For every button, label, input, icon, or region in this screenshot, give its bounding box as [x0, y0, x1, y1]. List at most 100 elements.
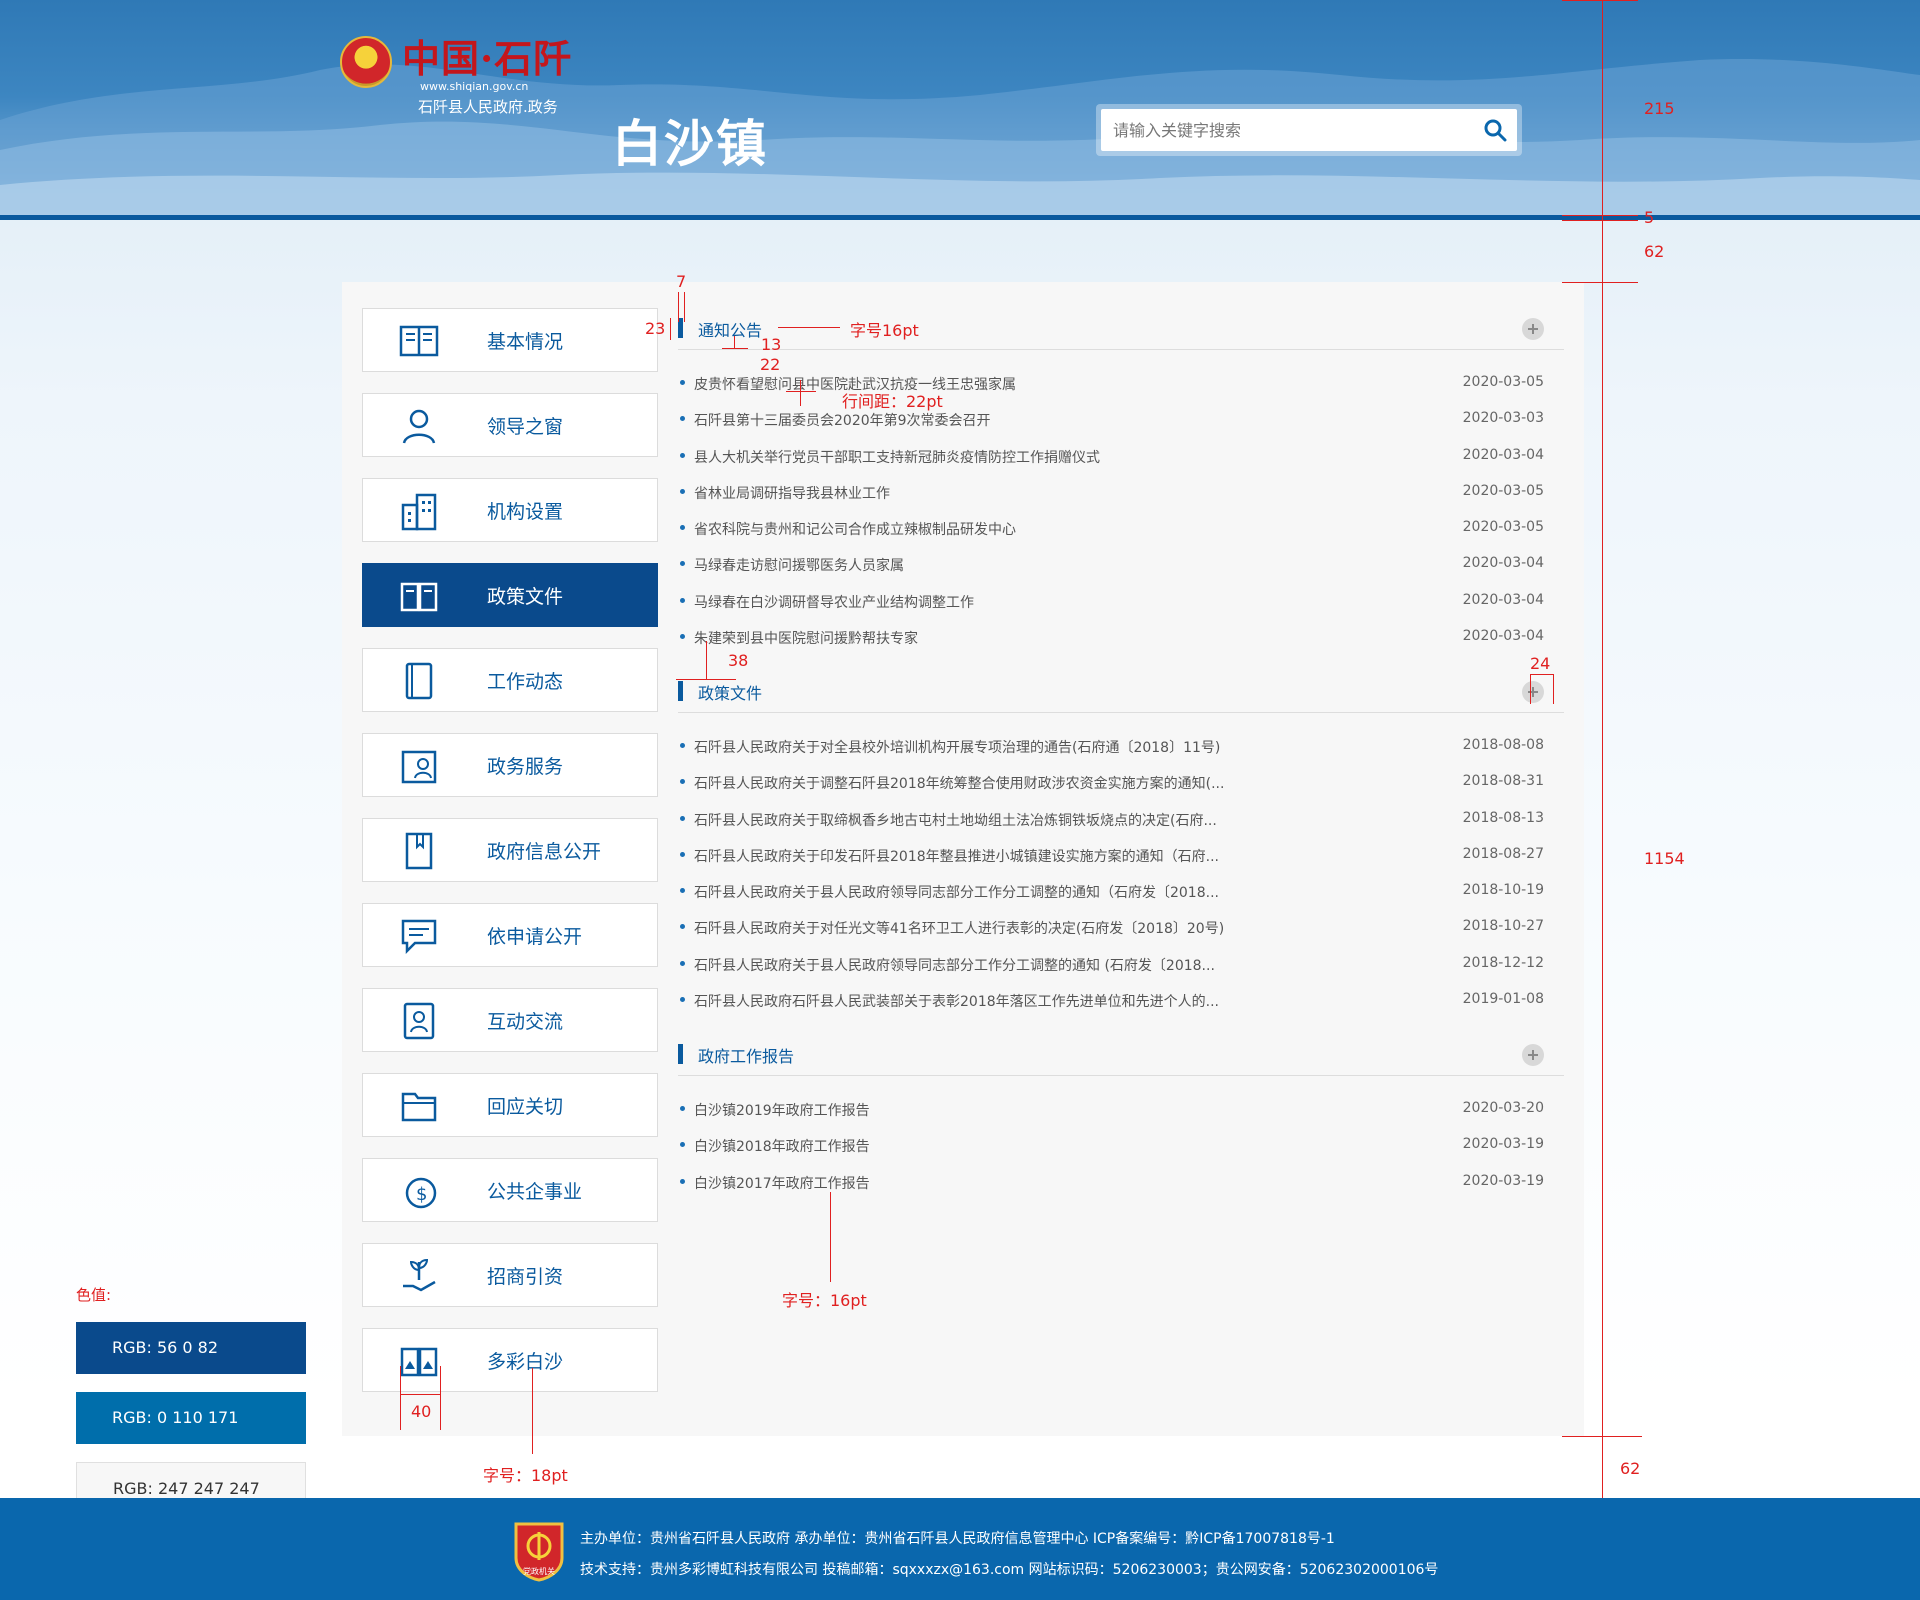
sidebar-item-response[interactable]: 回应关切 [362, 1073, 658, 1137]
annotation-tick [778, 327, 840, 328]
item-date: 2018-08-31 [1462, 773, 1544, 790]
open-book-icon [400, 582, 438, 612]
item-title[interactable]: 石阡县人民政府关于印发石阡县2018年整县推进小城镇建设实施方案的通知（石府..… [694, 846, 1414, 866]
annotation-tick [670, 318, 671, 340]
list-item[interactable]: 石阡县人民政府关于取缔枫香乡地古屯村土地坳组土法冶炼铜铁坂烧点的决定(石府...… [678, 802, 1564, 838]
party-government-badge-icon[interactable]: 党政机关 [512, 1520, 566, 1582]
annotation-tick [1562, 282, 1638, 283]
list-item[interactable]: 石阡县人民政府关于调整石阡县2018年统筹整合使用财政涉农资金实施方案的通知(.… [678, 765, 1564, 801]
section-title[interactable]: 政策文件 [698, 680, 762, 704]
section-title[interactable]: 政府工作报告 [698, 1043, 794, 1067]
sidebar-item-investment[interactable]: 招商引资 [362, 1243, 658, 1307]
item-title[interactable]: 马绿春在白沙调研督导农业产业结构调整工作 [694, 592, 1414, 612]
sidebar-item-interaction[interactable]: 互动交流 [362, 988, 658, 1052]
annotation-tick [1530, 674, 1554, 675]
sidebar-item-label: 机构设置 [487, 501, 564, 523]
annotation-label: 5 [1644, 208, 1655, 227]
bullet-icon [680, 634, 685, 640]
sidebar-item-basic-info[interactable]: 基本情况 [362, 308, 658, 372]
plus-icon[interactable] [1522, 318, 1544, 340]
item-title[interactable]: 石阡县人民政府关于对全县校外培训机构开展专项治理的通告(石府通〔2018〕11号… [694, 737, 1414, 757]
plus-icon[interactable] [1522, 681, 1544, 703]
list-item[interactable]: 石阡县第十三届委员会2020年第9次常委会召开 2020-03-03 [678, 402, 1564, 438]
list-item[interactable]: 白沙镇2019年政府工作报告 2020-03-20 [678, 1092, 1564, 1128]
item-title[interactable]: 石阡县人民政府关于取缔枫香乡地古屯村土地坳组土法冶炼铜铁坂烧点的决定(石府... [694, 810, 1414, 830]
item-title[interactable]: 白沙镇2018年政府工作报告 [694, 1136, 1414, 1156]
annotation-label: 行间距：22pt [842, 392, 943, 411]
building-icon [401, 493, 437, 531]
folder-icon [401, 1092, 437, 1122]
site-header: 中国·石阡 www.shiqian.gov.cn 石阡县人民政府.政务 白沙镇 [0, 0, 1920, 215]
search-icon[interactable] [1483, 118, 1507, 142]
item-title[interactable]: 石阡县人民政府关于县人民政府领导同志部分工作分工调整的通知 (石府发〔2018.… [694, 955, 1414, 975]
item-date: 2020-03-04 [1462, 591, 1544, 608]
id-card-icon [401, 750, 437, 784]
list-item[interactable]: 白沙镇2018年政府工作报告 2020-03-19 [678, 1128, 1564, 1164]
item-title[interactable]: 白沙镇2019年政府工作报告 [694, 1100, 1414, 1120]
bullet-icon [680, 815, 685, 821]
bullet-icon [680, 380, 685, 385]
bullet-icon [680, 997, 685, 1003]
item-date: 2018-10-27 [1462, 918, 1544, 935]
list-item[interactable]: 石阡县人民政府关于印发石阡县2018年整县推进小城镇建设实施方案的通知（石府..… [678, 838, 1564, 874]
logo-name: 中国·石阡 [402, 36, 573, 81]
info-book-icon [405, 832, 433, 870]
annotation-tick [830, 1192, 831, 1282]
sidebar-item-label: 公共企事业 [487, 1181, 583, 1203]
annotation-vertical-rule [1602, 0, 1603, 1600]
annotation-tick [1562, 220, 1638, 221]
coin-icon: $ [405, 1177, 437, 1209]
item-title[interactable]: 县人大机关举行党员干部职工支持新冠肺炎疫情防控工作捐赠仪式 [694, 447, 1414, 467]
sidebar-item-policy-docs[interactable]: 政策文件 [362, 563, 658, 627]
item-title[interactable]: 白沙镇2017年政府工作报告 [694, 1173, 1414, 1193]
sidebar-item-organization[interactable]: 机构设置 [362, 478, 658, 542]
annotation-label: 40 [411, 1402, 432, 1421]
plus-icon[interactable] [1522, 1044, 1544, 1066]
sidebar-item-colorful-baisha[interactable]: 多彩白沙 [362, 1328, 658, 1392]
sidebar-item-label: 政策文件 [487, 586, 564, 608]
list-item[interactable]: 石阡县人民政府关于对全县校外培训机构开展专项治理的通告(石府通〔2018〕11号… [678, 729, 1564, 765]
sidebar-item-label: 招商引资 [487, 1266, 564, 1288]
list-item[interactable]: 白沙镇2017年政府工作报告 2020-03-19 [678, 1165, 1564, 1201]
item-title[interactable]: 石阡县人民政府关于对任光文等41名环卫工人进行表彰的决定(石府发〔2018〕20… [694, 918, 1414, 938]
item-title[interactable]: 石阡县人民政府关于县人民政府领导同志部分工作分工调整的通知（石府发〔2018..… [694, 882, 1414, 902]
sidebar-item-apply-disclosure[interactable]: 依申请公开 [362, 903, 658, 967]
item-date: 2020-03-04 [1462, 555, 1544, 572]
item-title[interactable]: 马绿春走访慰问援鄂医务人员家属 [694, 555, 1414, 575]
list-item[interactable]: 省农科院与贵州和记公司合作成立辣椒制品研发中心 2020-03-05 [678, 511, 1564, 547]
sidebar-item-label: 工作动态 [487, 671, 564, 693]
item-date: 2018-10-19 [1462, 882, 1544, 899]
item-date: 2020-03-19 [1462, 1136, 1544, 1153]
list-item[interactable]: 石阡县人民政府关于对任光文等41名环卫工人进行表彰的决定(石府发〔2018〕20… [678, 910, 1564, 946]
bullet-icon [680, 488, 685, 494]
list-item[interactable]: 石阡县人民政府关于县人民政府领导同志部分工作分工调整的通知（石府发〔2018..… [678, 874, 1564, 910]
list-item[interactable]: 皮贵怀看望慰问县中医院赴武汉抗疫一线王忠强家属 2020-03-05 [678, 366, 1564, 402]
list-item[interactable]: 马绿春在白沙调研督导农业产业结构调整工作 2020-03-04 [678, 584, 1564, 620]
item-title[interactable]: 省农科院与贵州和记公司合作成立辣椒制品研发中心 [694, 519, 1414, 539]
sidebar-item-gov-service[interactable]: 政务服务 [362, 733, 658, 797]
item-date: 2020-03-03 [1462, 410, 1544, 427]
list-item[interactable]: 石阡县人民政府关于县人民政府领导同志部分工作分工调整的通知 (石府发〔2018.… [678, 947, 1564, 983]
svg-text:$: $ [416, 1184, 427, 1205]
list-item[interactable]: 县人大机关举行党员干部职工支持新冠肺炎疫情防控工作捐赠仪式 2020-03-04 [678, 439, 1564, 475]
search-input[interactable] [1101, 109, 1471, 151]
item-title[interactable]: 石阡县第十三届委员会2020年第9次常委会召开 [694, 410, 1414, 430]
sidebar-item-public-enterprise[interactable]: $ 公共企事业 [362, 1158, 658, 1222]
sidebar-item-info-disclosure[interactable]: 政府信息公开 [362, 818, 658, 882]
item-title[interactable]: 石阡县人民政府关于调整石阡县2018年统筹整合使用财政涉农资金实施方案的通知(.… [694, 773, 1414, 793]
annotation-label: 13 [761, 335, 782, 354]
annotation-label: 62 [1644, 242, 1665, 261]
list-item[interactable]: 省林业局调研指导我县林业工作 2020-03-05 [678, 475, 1564, 511]
item-date: 2020-03-20 [1462, 1100, 1544, 1116]
item-title[interactable]: 省林业局调研指导我县林业工作 [694, 483, 1414, 503]
sidebar-item-leaders[interactable]: 领导之窗 [362, 393, 658, 457]
list-item[interactable]: 马绿春走访慰问援鄂医务人员家属 2020-03-04 [678, 547, 1564, 583]
section-title[interactable]: 通知公告 [698, 317, 762, 341]
sidebar-item-work-news[interactable]: 工作动态 [362, 648, 658, 712]
bullet-icon [680, 924, 685, 930]
section-accent-bar [678, 681, 683, 701]
annotation-label: 字号：18pt [483, 1466, 568, 1485]
site-logo[interactable]: 中国·石阡 www.shiqian.gov.cn 石阡县人民政府.政务 [340, 28, 600, 120]
annotation-label: 215 [1644, 99, 1675, 118]
item-date: 2020-03-04 [1462, 628, 1544, 645]
